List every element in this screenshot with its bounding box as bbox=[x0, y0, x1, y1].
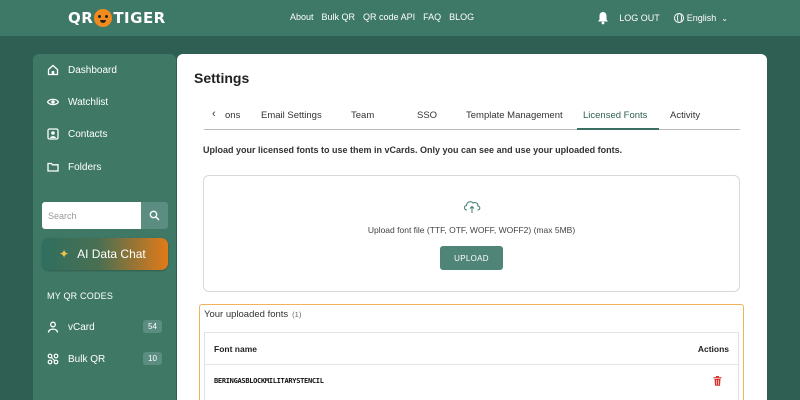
brand-logo[interactable]: QR TIGER bbox=[68, 9, 166, 27]
tab-sso[interactable]: SSO bbox=[417, 110, 437, 121]
tab-licensed-fonts[interactable]: Licensed Fonts bbox=[583, 110, 647, 121]
sidebar-item-label: Dashboard bbox=[68, 64, 117, 76]
sparkle-icon: ✦ bbox=[59, 247, 70, 261]
upload-dropzone[interactable]: Upload font file (TTF, OTF, WOFF, WOFF2)… bbox=[203, 175, 740, 292]
sidebar-item-label: Folders bbox=[68, 161, 102, 173]
upload-button[interactable]: UPLOAD bbox=[440, 246, 503, 270]
folder-icon bbox=[47, 162, 59, 172]
column-header-actions: Actions bbox=[697, 344, 729, 354]
my-qr-codes-heading: MY QR CODES bbox=[47, 291, 114, 301]
settings-tabs: ‹ ons Email Settings Team SSO Template M… bbox=[204, 104, 740, 130]
sidebar-item-folders[interactable]: Folders bbox=[47, 161, 101, 173]
tab-activity[interactable]: Activity bbox=[670, 110, 700, 121]
uploaded-fonts-heading: Your uploaded fonts (1) bbox=[204, 309, 301, 320]
person-icon bbox=[47, 321, 59, 333]
nav-about[interactable]: About bbox=[290, 12, 314, 22]
table-row: BERINGASBLOCKMILITARYSTENCIL bbox=[205, 366, 738, 400]
top-bar: QR TIGER About Bulk QR QR code API FAQ B… bbox=[0, 0, 800, 36]
sidebar-item-watchlist[interactable]: Watchlist bbox=[47, 96, 108, 108]
sidebar-item-label: vCard bbox=[68, 321, 95, 333]
eye-icon bbox=[47, 98, 59, 106]
logout-link[interactable]: LOG OUT bbox=[619, 13, 660, 23]
home-icon bbox=[47, 64, 59, 76]
search-input[interactable] bbox=[42, 202, 141, 229]
sidebar-item-label: Watchlist bbox=[68, 96, 109, 108]
fonts-table: Font name Actions BERINGASBLOCKMILITARYS… bbox=[204, 332, 739, 400]
tab-email-settings[interactable]: Email Settings bbox=[261, 110, 322, 121]
delete-trash-icon[interactable] bbox=[713, 376, 722, 386]
bell-icon[interactable] bbox=[595, 10, 611, 26]
logo-text-left: QR bbox=[68, 9, 94, 27]
uploaded-fonts-title: Your uploaded fonts bbox=[204, 309, 289, 320]
tab-add-ons[interactable]: ons bbox=[225, 110, 240, 121]
sidebar: Dashboard Watchlist Contacts Folders Sea… bbox=[33, 54, 176, 400]
table-header: Font name Actions bbox=[205, 333, 738, 365]
top-right-actions: LOG OUT English ⌄ bbox=[595, 10, 728, 26]
vcard-count-badge: 54 bbox=[143, 320, 162, 333]
uploaded-fonts-count: (1) bbox=[292, 310, 302, 319]
top-nav: About Bulk QR QR code API FAQ BLOG bbox=[290, 12, 474, 22]
bulk-qr-count-badge: 10 bbox=[143, 352, 162, 365]
sidebar-item-label: Contacts bbox=[68, 128, 108, 140]
tab-template-management[interactable]: Template Management bbox=[466, 110, 563, 121]
upload-instructions: Upload font file (TTF, OTF, WOFF, WOFF2)… bbox=[367, 225, 576, 235]
uploaded-fonts-section: Your uploaded fonts (1) Font name Actions… bbox=[199, 304, 744, 400]
search-button[interactable] bbox=[141, 202, 168, 229]
contact-icon bbox=[47, 128, 59, 140]
globe-icon bbox=[673, 13, 684, 23]
sidebar-item-vcard[interactable]: vCard bbox=[47, 321, 95, 333]
ai-data-chat-label: AI Data Chat bbox=[77, 247, 146, 261]
chevron-down-icon[interactable]: ⌄ bbox=[721, 14, 728, 23]
active-tab-indicator bbox=[577, 128, 659, 130]
language-selector[interactable]: English bbox=[687, 13, 717, 23]
sidebar-item-bulk-qr[interactable]: Bulk QR bbox=[47, 353, 105, 365]
bulk-qr-icon bbox=[47, 353, 59, 365]
ai-data-chat-button[interactable]: ✦ AI Data Chat bbox=[42, 238, 168, 270]
main-panel: Settings ‹ ons Email Settings Team SSO T… bbox=[177, 54, 767, 400]
page-title: Settings bbox=[194, 70, 250, 86]
cloud-upload-icon bbox=[463, 201, 481, 213]
sidebar-search bbox=[42, 202, 168, 229]
nav-blog[interactable]: BLOG bbox=[449, 12, 474, 22]
licensed-fonts-description: Upload your licensed fonts to use them i… bbox=[203, 145, 623, 155]
nav-qr-code-api[interactable]: QR code API bbox=[363, 12, 415, 22]
tiger-logo-icon bbox=[94, 9, 113, 27]
column-header-font-name: Font name bbox=[214, 344, 257, 354]
nav-bulk-qr[interactable]: Bulk QR bbox=[322, 12, 356, 22]
nav-faq[interactable]: FAQ bbox=[423, 12, 441, 22]
sidebar-item-label: Bulk QR bbox=[68, 353, 106, 365]
tab-team[interactable]: Team bbox=[351, 110, 374, 121]
sidebar-item-dashboard[interactable]: Dashboard bbox=[47, 64, 117, 76]
tabs-scroll-left-icon[interactable]: ‹ bbox=[212, 108, 216, 120]
logo-text-right: TIGER bbox=[113, 9, 166, 27]
search-icon bbox=[149, 210, 160, 221]
font-name-cell: BERINGASBLOCKMILITARYSTENCIL bbox=[214, 377, 324, 385]
sidebar-item-contacts[interactable]: Contacts bbox=[47, 128, 107, 140]
